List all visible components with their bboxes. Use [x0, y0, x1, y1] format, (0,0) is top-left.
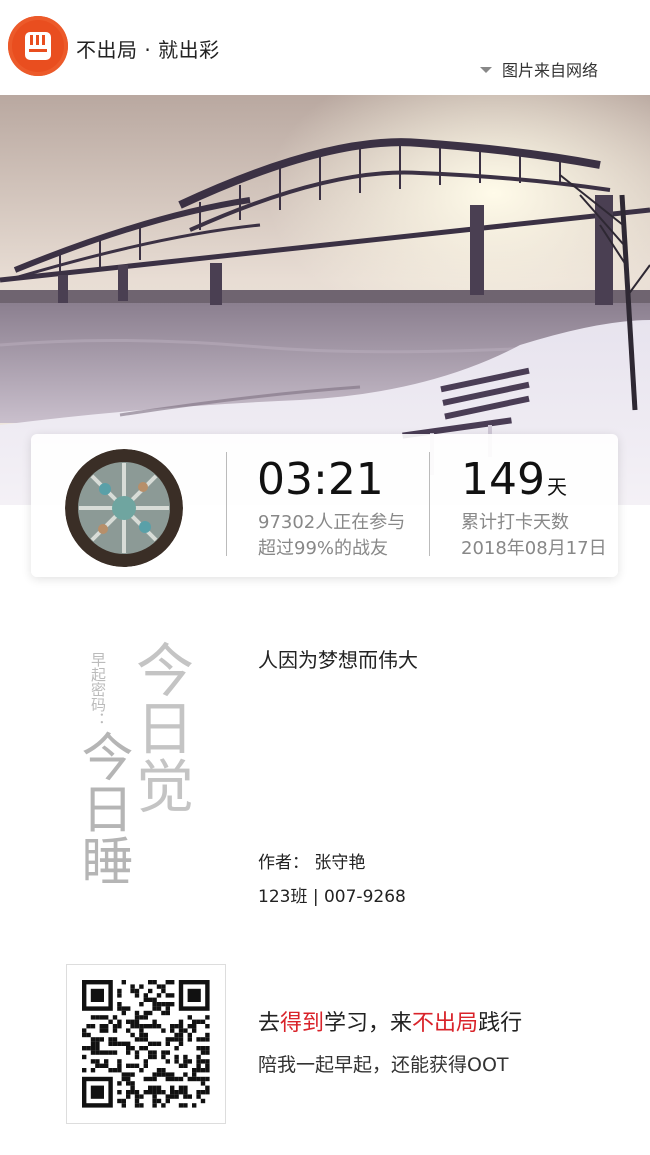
stats-card: 03:21 97302人正在参与 超过99%的战友 149 天 累计打卡天数 20…: [31, 434, 618, 577]
author-line: 作者： 张守艳: [258, 853, 366, 873]
checkin-date: 2018年08月17日: [461, 538, 607, 559]
brand-slogan: 不出局 · 就出彩: [76, 38, 220, 62]
avatar[interactable]: [65, 449, 183, 567]
qr-code[interactable]: [66, 964, 226, 1124]
rank-text: 超过99%的战友: [258, 538, 389, 559]
motto-text: 人因为梦想而伟大: [258, 648, 418, 672]
promo-text: 学习，来: [324, 1011, 413, 1036]
image-source-note: 图片来自网络: [480, 57, 598, 81]
streak-days: 149 天: [461, 454, 567, 505]
calligraphy-text-1: 今日觉: [126, 640, 194, 814]
calligraphy-artwork: 早起密码： 今日觉 今日睡: [60, 630, 220, 900]
streak-days-unit: 天: [546, 475, 567, 499]
promo-line-2: 陪我一起早起，还能获得OOT: [258, 1054, 509, 1076]
stats-divider: [226, 452, 227, 556]
calligraphy-text-2: 今日睡: [72, 730, 132, 886]
caret-down-icon: [480, 66, 492, 73]
calligraphy-caption: 早起密码：: [89, 652, 107, 727]
promo-text: 去: [258, 1011, 281, 1036]
app-header: 不出局 · 就出彩 图片来自网络: [0, 0, 650, 95]
streak-days-label: 累计打卡天数: [461, 512, 569, 533]
fist-icon: [8, 16, 68, 76]
participants-count: 97302人正在参与: [258, 512, 406, 533]
promo-text: 践行: [478, 1011, 523, 1036]
class-info: 123班 | 007-9268: [258, 887, 406, 907]
checkin-time: 03:21: [257, 454, 384, 505]
promo-line-1: 去得到学习，来不出局践行: [258, 1005, 522, 1037]
stats-divider-2: [429, 452, 430, 556]
promo-highlight-buchuju: 不出局: [412, 1011, 479, 1036]
promo-highlight-dedao: 得到: [280, 1011, 325, 1036]
streak-days-value: 149: [461, 454, 545, 505]
image-source-label: 图片来自网络: [502, 61, 599, 80]
